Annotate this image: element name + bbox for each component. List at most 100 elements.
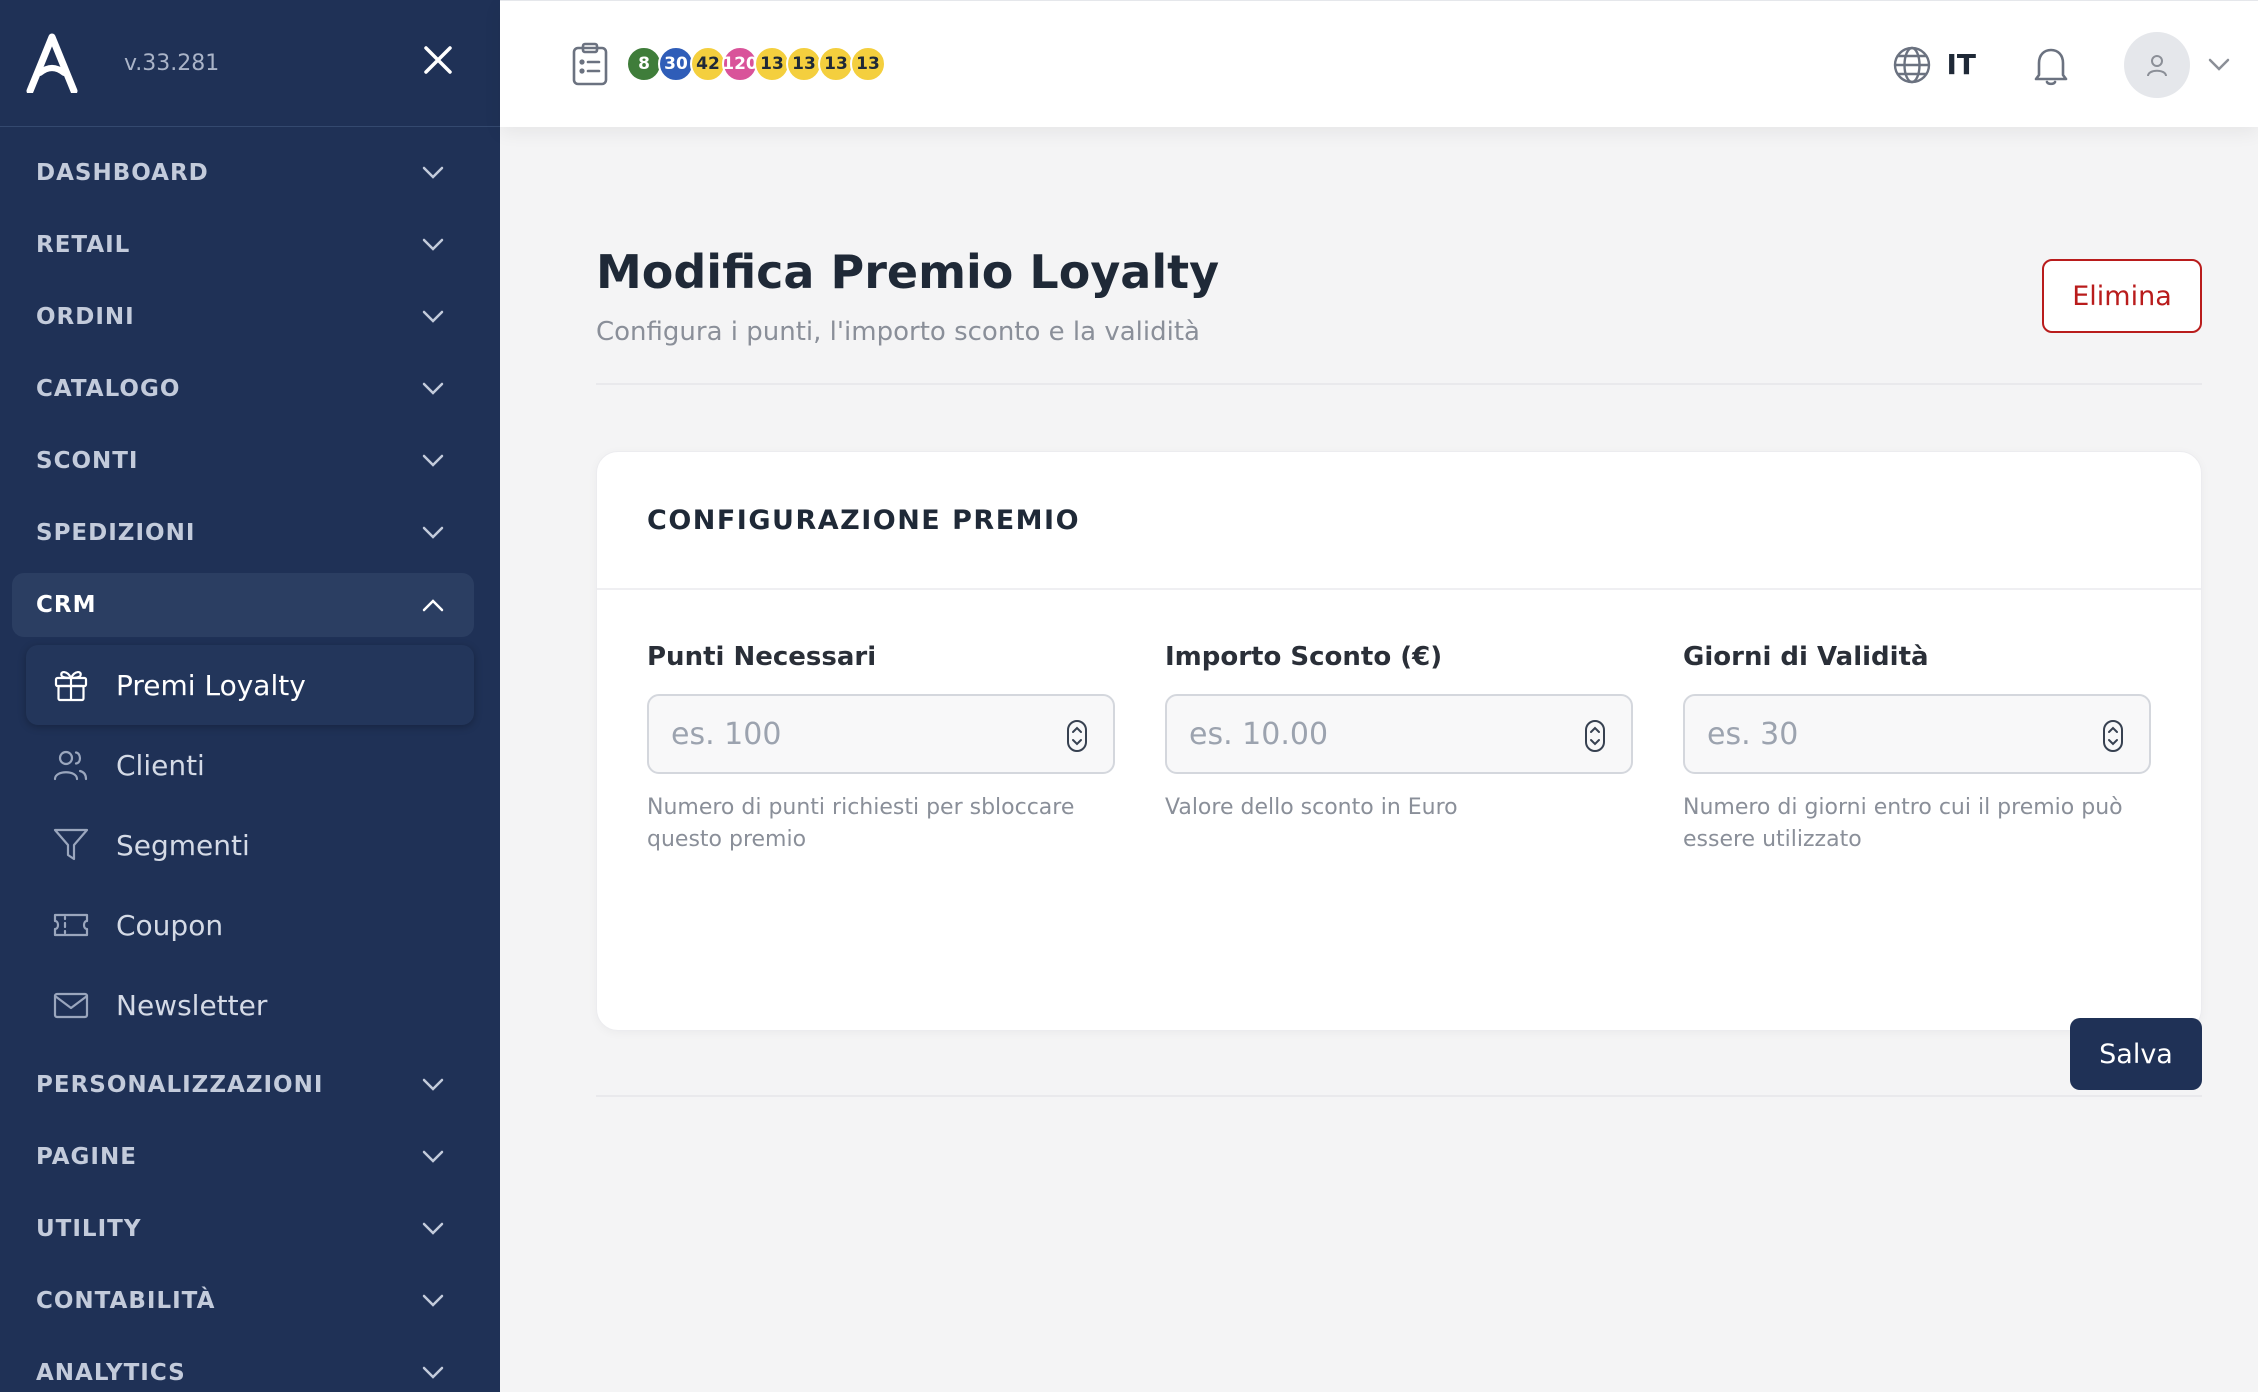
sidebar-item-label: SPEDIZIONI: [36, 520, 196, 546]
app-logo[interactable]: [26, 33, 78, 93]
number-stepper-icon[interactable]: [1585, 720, 1605, 752]
status-badges: 8 30 42 120 13 13 13 13: [626, 46, 886, 82]
status-badge[interactable]: 30: [658, 46, 694, 82]
filter-icon: [53, 828, 89, 861]
clipboard-list-icon[interactable]: [570, 41, 610, 87]
sidebar-item-label: RETAIL: [36, 232, 131, 258]
language-selector[interactable]: IT: [1946, 48, 1976, 81]
points-input[interactable]: [671, 716, 1051, 752]
main-content: Modifica Premio Loyalty Configura i punt…: [596, 127, 2202, 1097]
field-label: Punti Necessari: [647, 642, 877, 672]
sidebar-subitem-clienti[interactable]: Clienti: [0, 725, 500, 805]
status-badge[interactable]: 13: [754, 46, 790, 82]
field-label: Giorni di Validità: [1683, 642, 1929, 672]
sidebar-subitem-label: Premi Loyalty: [116, 668, 306, 702]
topbar-actions: IT: [1892, 1, 2230, 128]
discount-field-group: Importo Sconto (€) Valore dello sconto i…: [1165, 642, 1633, 856]
sidebar-item-sconti[interactable]: SCONTI: [0, 425, 500, 497]
gift-icon: [54, 670, 88, 702]
page-subtitle: Configura i punti, l'importo sconto e la…: [596, 317, 1200, 347]
sidebar-item-analytics[interactable]: ANALYTICS: [0, 1337, 500, 1392]
status-badge[interactable]: 13: [850, 46, 886, 82]
sidebar-item-label: ANALYTICS: [36, 1360, 186, 1386]
user-icon: [2147, 54, 2167, 76]
page-title: Modifica Premio Loyalty: [596, 245, 1220, 299]
sidebar-item-personalizzazioni[interactable]: PERSONALIZZAZIONI: [0, 1049, 500, 1121]
validity-days-input[interactable]: [1707, 716, 2087, 752]
points-field-group: Punti Necessari Numero di punti richiest…: [647, 642, 1115, 856]
sidebar-subitem-premi-loyalty[interactable]: Premi Loyalty: [26, 645, 474, 725]
chevron-down-icon: [422, 1078, 444, 1091]
number-stepper-icon[interactable]: [2103, 720, 2123, 752]
bell-icon[interactable]: [2032, 44, 2070, 86]
sidebar-subitem-label: Clienti: [116, 748, 205, 782]
chevron-down-icon[interactable]: [2208, 58, 2230, 72]
chevron-down-icon: [422, 238, 444, 251]
sidebar-subitem-label: Segmenti: [116, 828, 250, 862]
sidebar-item-utility[interactable]: UTILITY: [0, 1193, 500, 1265]
sidebar-item-label: PERSONALIZZAZIONI: [36, 1072, 324, 1098]
sidebar-item-crm[interactable]: CRM: [12, 573, 474, 637]
chevron-down-icon: [422, 166, 444, 179]
field-hint: Numero di punti richiesti per sbloccare …: [647, 795, 1075, 852]
crm-submenu: Premi Loyalty Clienti Segmenti Coupon Ne…: [0, 641, 500, 1049]
globe-icon[interactable]: [1892, 45, 1932, 85]
app-version: v.33.281: [124, 50, 220, 76]
number-stepper-icon[interactable]: [1067, 720, 1087, 752]
chevron-down-icon: [422, 454, 444, 467]
field-hint: Valore dello sconto in Euro: [1165, 795, 1458, 820]
sidebar-item-label: CATALOGO: [36, 376, 181, 402]
status-badge[interactable]: 8: [626, 46, 662, 82]
sidebar-item-catalogo[interactable]: CATALOGO: [0, 353, 500, 425]
sidebar-item-label: PAGINE: [36, 1144, 137, 1170]
points-input-wrapper: [647, 694, 1115, 774]
discount-input-wrapper: [1165, 694, 1633, 774]
discount-amount-input[interactable]: [1189, 716, 1569, 752]
page-header: Modifica Premio Loyalty Configura i punt…: [596, 127, 2202, 385]
sidebar-item-pagine[interactable]: PAGINE: [0, 1121, 500, 1193]
chevron-down-icon: [422, 526, 444, 539]
chevron-up-icon: [422, 599, 444, 612]
status-badge[interactable]: 42: [690, 46, 726, 82]
chevron-down-icon: [422, 1150, 444, 1163]
form-fields: Punti Necessari Numero di punti richiest…: [597, 590, 2201, 856]
sidebar-header: v.33.281: [0, 0, 500, 127]
divider: [596, 1095, 2202, 1097]
close-sidebar-icon[interactable]: [422, 44, 454, 76]
status-badge[interactable]: 13: [818, 46, 854, 82]
reward-config-card: CONFIGURAZIONE PREMIO Punti Necessari Nu…: [596, 451, 2202, 1031]
status-badge[interactable]: 13: [786, 46, 822, 82]
validity-field-group: Giorni di Validità Numero di giorni entr…: [1683, 642, 2151, 856]
sidebar-subitem-newsletter[interactable]: Newsletter: [0, 965, 500, 1045]
sidebar: v.33.281 DASHBOARD RETAIL ORDINI CATALOG…: [0, 0, 500, 1392]
sidebar-item-label: DASHBOARD: [36, 160, 209, 186]
sidebar-subitem-coupon[interactable]: Coupon: [0, 885, 500, 965]
sidebar-subitem-label: Coupon: [116, 908, 224, 942]
mail-icon: [53, 992, 89, 1019]
sidebar-item-ordini[interactable]: ORDINI: [0, 281, 500, 353]
sidebar-subitem-segmenti[interactable]: Segmenti: [0, 805, 500, 885]
sidebar-item-retail[interactable]: RETAIL: [0, 209, 500, 281]
ticket-icon: [53, 913, 89, 937]
top-bar: 8 30 42 120 13 13 13 13 IT: [500, 0, 2258, 127]
sidebar-item-label: CRM: [36, 592, 97, 618]
users-icon: [53, 750, 88, 781]
chevron-down-icon: [422, 1294, 444, 1307]
chevron-down-icon: [422, 310, 444, 323]
chevron-down-icon: [422, 382, 444, 395]
sidebar-item-label: ORDINI: [36, 304, 135, 330]
sidebar-item-contabilita[interactable]: CONTABILITÀ: [0, 1265, 500, 1337]
status-badge[interactable]: 120: [722, 46, 758, 82]
sidebar-item-spedizioni[interactable]: SPEDIZIONI: [0, 497, 500, 569]
sidebar-item-dashboard[interactable]: DASHBOARD: [0, 137, 500, 209]
avatar[interactable]: [2124, 31, 2190, 98]
sidebar-item-label: SCONTI: [36, 448, 139, 474]
sidebar-item-label: UTILITY: [36, 1216, 142, 1242]
sidebar-nav: DASHBOARD RETAIL ORDINI CATALOGO SCONTI …: [0, 127, 500, 1392]
sidebar-subitem-label: Newsletter: [116, 988, 268, 1022]
field-hint: Numero di giorni entro cui il premio può…: [1683, 795, 2123, 852]
save-button[interactable]: Salva: [2070, 1018, 2202, 1090]
delete-button[interactable]: Elimina: [2042, 259, 2202, 333]
validity-input-wrapper: [1683, 694, 2151, 774]
card-title: CONFIGURAZIONE PREMIO: [597, 452, 2201, 590]
